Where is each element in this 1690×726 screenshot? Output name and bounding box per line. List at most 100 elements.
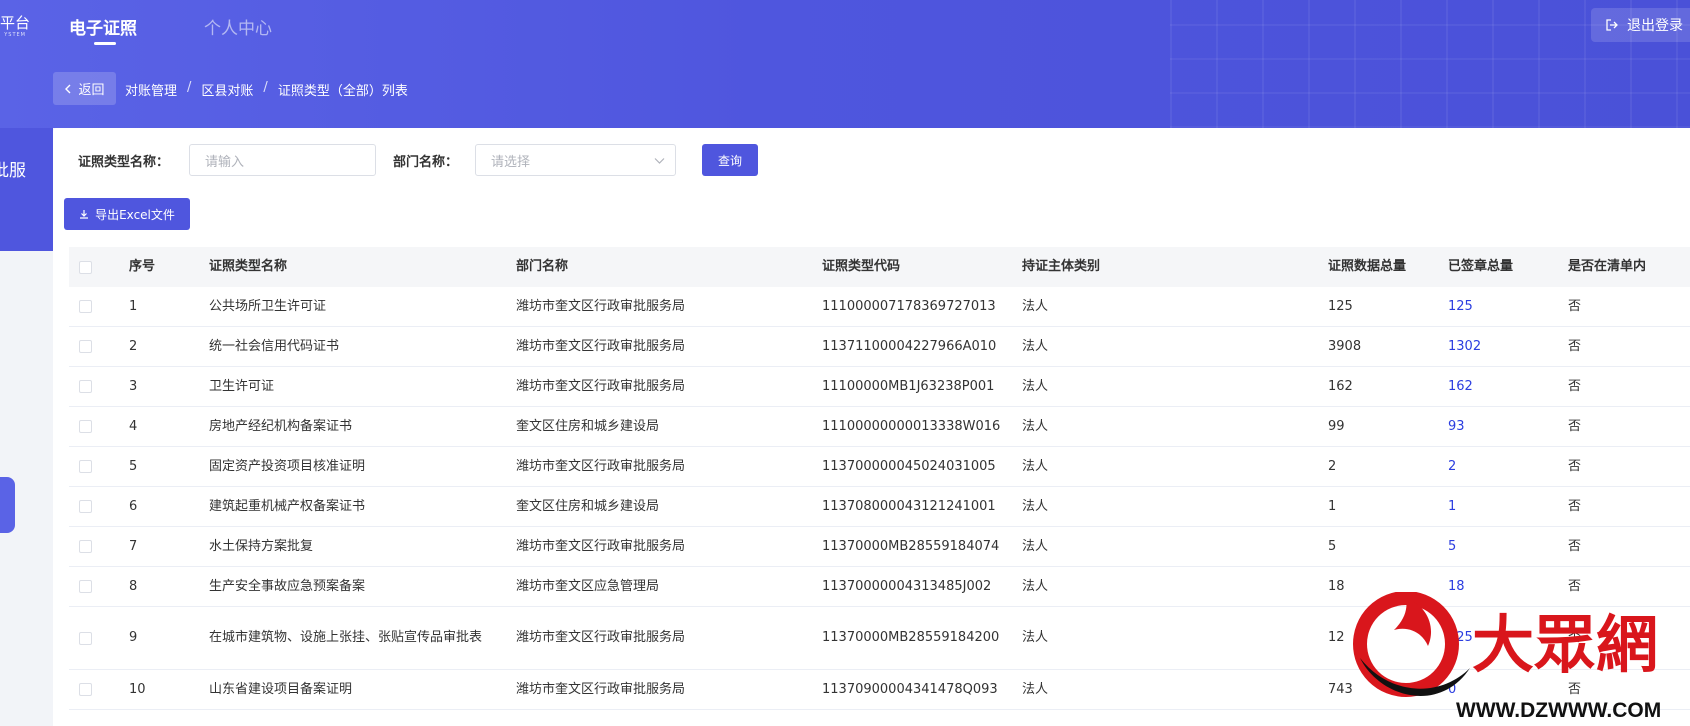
watermark-url: WWW.DZWWW.COM: [1456, 699, 1661, 722]
table-row: 4 房地产经纪机构备案证书 奎文区住房和城乡建设局 11100000000013338…: [69, 407, 1690, 447]
column-header: 序号: [129, 259, 156, 274]
row-checkbox[interactable]: [79, 540, 92, 553]
cell-index: 6: [129, 498, 138, 514]
row-checkbox[interactable]: [79, 300, 92, 313]
cell-dept: 潍坊市奎文区行政审批服务局: [516, 338, 686, 354]
watermark-brand: 大眾網: [1472, 608, 1658, 681]
cell-cert-name: 在城市建筑物、设施上张挂、张贴宣传品审批表: [209, 630, 483, 645]
row-checkbox-cell: [69, 631, 129, 645]
sidebar-toggle[interactable]: [0, 477, 15, 533]
cell-in-list: 否: [1568, 338, 1582, 354]
cell-holder-type: 法人: [1022, 338, 1049, 354]
breadcrumb-item: 证照类型（全部）列表: [277, 84, 408, 99]
column-header: 证照数据总量: [1328, 259, 1407, 274]
table-row: 7 水土保持方案批复 潍坊市奎文区行政审批服务局 11370000MB28559184…: [69, 527, 1690, 567]
tab-personal-center[interactable]: 个人中心: [204, 14, 272, 39]
breadcrumb-item[interactable]: 对账管理: [125, 80, 177, 99]
cell-dept: 潍坊市奎文区行政审批服务局: [516, 681, 686, 697]
row-checkbox-cell: [69, 540, 129, 553]
row-checkbox-cell: [69, 420, 129, 433]
cell-in-list: 否: [1568, 378, 1582, 394]
cell-index: 2: [129, 338, 138, 354]
row-checkbox-cell: [69, 300, 129, 313]
cell-holder-type: 法人: [1022, 418, 1049, 434]
dept-select[interactable]: 请选择: [475, 144, 676, 176]
cell-signed[interactable]: 162: [1448, 377, 1568, 397]
cell-signed[interactable]: 5: [1448, 537, 1568, 557]
tab-e-license[interactable]: 电子证照: [69, 14, 137, 45]
cell-cert-name: 生产安全事故应急预案备案: [209, 578, 366, 594]
cert-type-input[interactable]: 请输入: [189, 144, 376, 176]
column-header: 证照类型名称: [209, 259, 288, 274]
cell-in-list: 否: [1568, 458, 1582, 474]
cell-cert-name: 山东省建设项目备案证明: [209, 681, 353, 697]
cell-index: 10: [129, 681, 146, 697]
cell-code: 11370000MB28559184074: [822, 538, 1000, 554]
cell-signed[interactable]: 1: [1448, 497, 1568, 517]
column-header: 是否在清单内: [1568, 259, 1647, 274]
logo-title: 平台: [0, 14, 30, 32]
breadcrumb: 对账管理 / 区县对账 / 证照类型（全部）列表: [125, 80, 408, 99]
row-checkbox[interactable]: [79, 380, 92, 393]
query-button[interactable]: 查询: [702, 144, 758, 176]
row-checkbox[interactable]: [79, 340, 92, 353]
export-label: 导出Excel文件: [95, 207, 175, 222]
logout-button[interactable]: 退出登录: [1591, 8, 1690, 42]
cell-index: 9: [129, 630, 138, 645]
cell-signed[interactable]: 125: [1448, 297, 1568, 317]
cell-total: 162: [1328, 378, 1353, 394]
cell-total: 3908: [1328, 338, 1362, 354]
table-row: 3 卫生许可证 潍坊市奎文区行政审批服务局 11100000MB1J63238P001…: [69, 367, 1690, 407]
export-excel-button[interactable]: 导出Excel文件: [64, 198, 190, 230]
row-checkbox[interactable]: [79, 580, 92, 593]
cell-index: 1: [129, 298, 138, 314]
sidebar-label: 批服: [0, 161, 26, 181]
row-checkbox-cell: [69, 683, 129, 696]
row-checkbox[interactable]: [79, 631, 92, 645]
logout-label: 退出登录: [1627, 18, 1683, 34]
row-checkbox-cell: [69, 380, 129, 393]
column-header: 持证主体类别: [1022, 259, 1101, 274]
logo-subtitle: YSTEM: [4, 32, 26, 38]
row-checkbox[interactable]: [79, 683, 92, 696]
dept-label: 部门名称：: [393, 155, 459, 170]
cell-signed[interactable]: 2: [1448, 457, 1568, 477]
cell-dept: 潍坊市奎文区行政审批服务局: [516, 630, 686, 645]
cell-code: 11370000MB28559184200: [822, 630, 1000, 645]
table-row: 1 公共场所卫生许可证 潍坊市奎文区行政审批服务局 11100000717836972…: [69, 287, 1690, 327]
column-header: 证照类型代码: [822, 259, 901, 274]
cell-cert-name: 固定资产投资项目核准证明: [209, 458, 366, 474]
sidebar-band: [0, 128, 53, 251]
row-checkbox[interactable]: [79, 500, 92, 513]
cell-dept: 潍坊市奎文区行政审批服务局: [516, 378, 686, 394]
cell-signed[interactable]: 93: [1448, 417, 1568, 437]
back-label: 返回: [78, 83, 105, 98]
cell-dept: 潍坊市奎文区行政审批服务局: [516, 298, 686, 314]
cert-type-label: 证照类型名称：: [78, 155, 170, 170]
cell-cert-name: 房地产经纪机构备案证书: [209, 418, 353, 434]
cell-total: 125: [1328, 298, 1353, 314]
cell-holder-type: 法人: [1022, 538, 1049, 554]
row-checkbox[interactable]: [79, 460, 92, 473]
cell-code: 111000007178369727013: [822, 298, 996, 314]
cell-signed[interactable]: 1302: [1448, 337, 1568, 357]
dzwww-watermark: 大眾網 WWW.DZWWW.COM: [1353, 592, 1661, 722]
breadcrumb-item[interactable]: 区县对账: [201, 80, 253, 99]
cell-code: 11370900004341478Q093: [822, 681, 998, 697]
cell-holder-type: 法人: [1022, 378, 1049, 394]
table-header: 序号 证照类型名称 部门名称 证照类型代码 持证主体类别 证照数据总量 已签章总…: [69, 247, 1690, 287]
chevron-down-icon: [654, 158, 665, 164]
cell-dept: 奎文区住房和城乡建设局: [516, 418, 660, 434]
download-icon: [80, 210, 89, 219]
cell-code: 113708000043121241001: [822, 498, 996, 514]
dept-select-placeholder: 请选择: [491, 154, 531, 170]
cell-index: 3: [129, 378, 138, 394]
cell-code: 11100000MB1J63238P001: [822, 378, 995, 394]
cell-total: 2: [1328, 458, 1337, 474]
select-all-checkbox[interactable]: [79, 260, 92, 274]
cell-dept: 潍坊市奎文区行政审批服务局: [516, 458, 686, 474]
cell-holder-type: 法人: [1022, 298, 1049, 314]
row-checkbox[interactable]: [79, 420, 92, 433]
back-button[interactable]: 返回: [53, 72, 116, 105]
cell-code: 11370000004313485J002: [822, 578, 992, 594]
